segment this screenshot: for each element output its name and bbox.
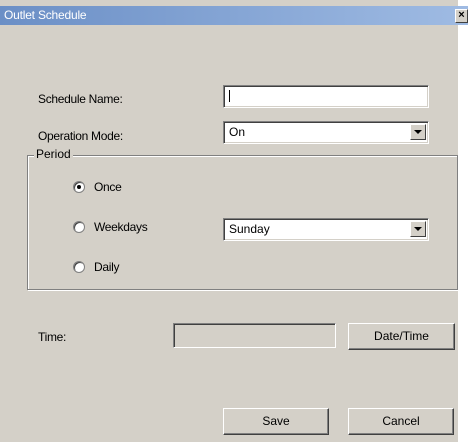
chevron-down-icon[interactable] <box>410 221 426 237</box>
weekdays-radio[interactable] <box>73 221 85 233</box>
daily-label: Daily <box>94 260 120 274</box>
operation-mode-value: On <box>229 125 246 139</box>
chevron-down-icon[interactable] <box>410 124 426 140</box>
cancel-button[interactable]: Cancel <box>348 408 454 435</box>
title-bar[interactable]: Outlet Schedule × <box>0 6 468 25</box>
schedule-name-label: Schedule Name: <box>38 92 123 106</box>
window-title: Outlet Schedule <box>4 8 87 22</box>
date-time-button[interactable]: Date/Time <box>348 323 455 350</box>
weekday-value: Sunday <box>229 222 270 236</box>
weekdays-label: Weekdays <box>94 220 148 234</box>
time-label: Time: <box>38 330 67 344</box>
time-field <box>173 323 336 348</box>
daily-radio[interactable] <box>73 261 85 273</box>
period-legend: Period <box>34 147 73 161</box>
outlet-schedule-dialog: Outlet Schedule × Schedule Name: Operati… <box>0 0 468 442</box>
close-button[interactable]: × <box>455 9 468 23</box>
operation-mode-label: Operation Mode: <box>38 129 123 143</box>
close-icon: × <box>458 9 465 21</box>
save-button[interactable]: Save <box>223 408 329 435</box>
once-radio[interactable] <box>73 181 85 193</box>
once-label: Once <box>94 180 122 194</box>
schedule-name-input[interactable] <box>223 85 429 108</box>
text-caret <box>229 90 230 102</box>
operation-mode-select[interactable]: On <box>223 121 429 144</box>
weekday-select[interactable]: Sunday <box>223 218 429 241</box>
